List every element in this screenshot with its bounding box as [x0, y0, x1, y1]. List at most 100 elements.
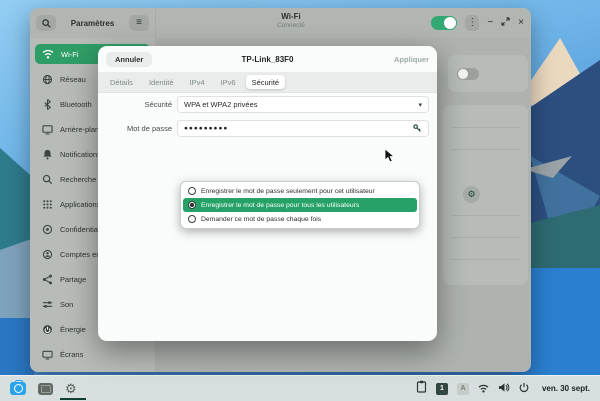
power-icon [42, 324, 53, 335]
app-grid-icon [42, 199, 53, 210]
background-toggle[interactable] [457, 68, 479, 80]
apply-button[interactable]: Appliquer [394, 55, 429, 64]
titlebar-controls: ⋮ − × [431, 8, 524, 38]
clipboard-icon[interactable] [416, 380, 427, 398]
titlebar: Paramètres ≡ Wi-Fi Connecté ⋮ − [30, 8, 531, 38]
menu-option-ask-always[interactable]: Demander ce mot de passe chaque fois [183, 212, 417, 226]
row-separator [451, 127, 520, 128]
tab-details[interactable]: Détails [104, 75, 139, 89]
menu-option-label: Enregistrer le mot de passe pour tous le… [201, 202, 359, 209]
visible-networks-card: ⚙ [443, 105, 528, 285]
titlebar-right: Wi-Fi Connecté ⋮ − × [155, 8, 531, 38]
input-method-badge[interactable]: A [457, 383, 469, 395]
dialog-tabs: Détails Identité IPv4 IPv6 Sécurité [98, 72, 437, 93]
panel-subtitle: Connecté [156, 22, 426, 29]
wifi-icon [42, 49, 54, 59]
menu-option-store-user[interactable]: Enregistrer le mot de passe seulement po… [183, 184, 417, 198]
security-value: WPA et WPA2 privées [184, 100, 258, 109]
password-label: Mot de passe [104, 124, 172, 133]
kebab-icon: ⋮ [467, 18, 477, 28]
titlebar-left: Paramètres ≡ [30, 8, 155, 38]
password-row: Mot de passe ●●●●●●●●● [104, 120, 429, 137]
taskbar-status-area: 1 A ven. 30 sept. [416, 380, 590, 398]
window-title: Paramètres [71, 19, 115, 28]
privacy-icon [42, 224, 53, 235]
clock-date[interactable]: ven. 30 sept. [542, 384, 590, 393]
security-select[interactable]: WPA et WPA2 privées ▾ [177, 96, 429, 113]
menu-option-label: Enregistrer le mot de passe seulement po… [201, 188, 375, 195]
taskbar-app-screenshot[interactable] [38, 383, 53, 395]
maximize-icon [501, 17, 510, 26]
online-accounts-icon [42, 249, 53, 260]
caret-down-icon: ▾ [418, 101, 422, 109]
menu-option-label: Demander ce mot de passe chaque fois [201, 216, 321, 223]
dialog-body: Sécurité WPA et WPA2 privées ▾ Mot de pa… [98, 93, 437, 137]
sidebar-item-label: Wi-Fi [61, 50, 79, 59]
sidebar-item-label: Bluetooth [60, 100, 92, 109]
tab-ipv4[interactable]: IPv4 [184, 75, 211, 89]
sidebar-item-label: Réseau [60, 75, 86, 84]
sidebar-item-ecrans[interactable]: Écrans [35, 344, 150, 364]
panel-title: Wi-Fi [156, 12, 426, 21]
key-icon [413, 124, 422, 133]
cancel-button[interactable]: Annuler [106, 52, 152, 67]
sidebar-item-label: Notifications [60, 150, 101, 159]
sidebar-item-label: Partage [60, 275, 86, 284]
maximize-button[interactable] [501, 17, 510, 29]
search-button[interactable] [36, 15, 56, 31]
toggle-knob [458, 69, 468, 79]
panel-header: Wi-Fi Connecté [156, 12, 426, 29]
dialog-header: Annuler TP-Link_83F0 Appliquer [98, 46, 437, 72]
gear-icon: ⚙ [467, 190, 475, 199]
panel-menu-button[interactable]: ⋮ [465, 15, 479, 31]
security-label: Sécurité [104, 100, 172, 109]
power-icon[interactable] [519, 380, 529, 398]
search-icon [42, 19, 51, 28]
sound-icon [42, 299, 53, 310]
sidebar-item-label: Écrans [60, 350, 83, 359]
row-separator [451, 237, 520, 238]
sidebar-item-label: Applications [60, 200, 100, 209]
row-separator [451, 215, 520, 216]
close-button[interactable]: × [518, 18, 524, 28]
sidebar-item-label: Arrière-plan [60, 125, 99, 134]
taskbar-app-settings[interactable]: ⚙ [65, 382, 77, 395]
sidebar-item-label: Son [60, 300, 73, 309]
gear-icon: ⚙ [65, 382, 77, 395]
sidebar-item-label: Énergie [60, 325, 86, 334]
hamburger-icon: ≡ [136, 18, 142, 28]
tab-securite[interactable]: Sécurité [246, 75, 286, 89]
minimize-button[interactable]: − [487, 18, 493, 28]
keyboard-layout-badge[interactable]: 1 [436, 383, 448, 395]
software-store-icon [10, 382, 26, 395]
tab-ipv6[interactable]: IPv6 [215, 75, 242, 89]
sidebar-item-label: Recherche [60, 175, 96, 184]
mouse-cursor [384, 148, 396, 169]
password-storage-menu: Enregistrer le mot de passe seulement po… [180, 181, 420, 229]
password-input[interactable]: ●●●●●●●●● [177, 120, 429, 137]
tab-identite[interactable]: Identité [143, 75, 180, 89]
taskbar-app-software[interactable] [10, 382, 26, 395]
airplane-mode-card [448, 55, 528, 92]
desktop: Paramètres ≡ Wi-Fi Connecté ⋮ − [0, 0, 600, 401]
wifi-toggle[interactable] [431, 16, 457, 30]
network-dialog: Annuler TP-Link_83F0 Appliquer Détails I… [98, 46, 437, 341]
radio-unchecked-icon [188, 215, 196, 223]
menu-option-store-all[interactable]: Enregistrer le mot de passe pour tous le… [183, 198, 417, 212]
search-icon [42, 174, 53, 185]
password-value: ●●●●●●●●● [184, 125, 228, 132]
volume-icon[interactable] [498, 380, 510, 398]
network-globe-icon [42, 74, 53, 85]
row-separator [451, 259, 520, 260]
bell-icon [42, 149, 53, 160]
security-row: Sécurité WPA et WPA2 privées ▾ [104, 96, 429, 113]
radio-checked-icon [188, 201, 196, 209]
share-icon [42, 274, 53, 285]
main-menu-button[interactable]: ≡ [129, 15, 149, 31]
taskbar: ⚙ 1 A ven. 30 sept. [0, 375, 600, 401]
bluetooth-icon [42, 99, 53, 110]
wifi-status-icon[interactable] [478, 380, 489, 398]
network-settings-button[interactable]: ⚙ [463, 186, 480, 203]
background-icon [42, 124, 53, 135]
wallpaper-shape [0, 318, 34, 378]
